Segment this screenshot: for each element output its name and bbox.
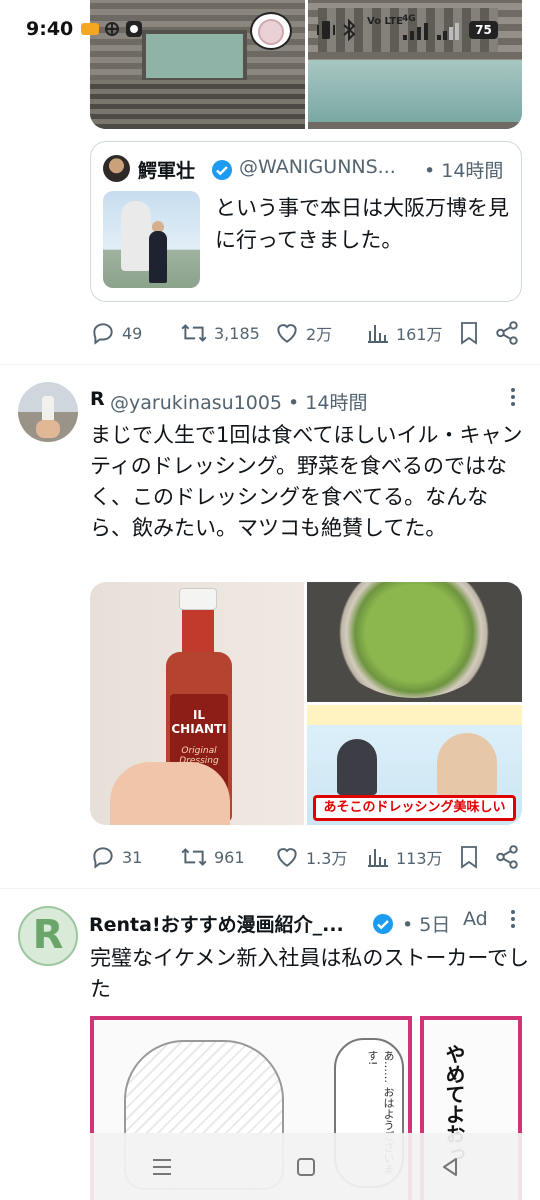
vibrate-icon [317,21,335,39]
reply-count: 49 [122,323,143,343]
status-bar: 9:40 Vo LTE 4G 75 [0,0,540,62]
bookmark-icon [461,322,477,345]
share-icon [496,321,518,345]
quote-thumbnail[interactable] [103,191,200,288]
media-photo-tv-screenshot[interactable]: あそこのドレッシング美味しい [307,705,522,825]
retweet-count: 961 [214,847,245,867]
app-notification-icon [81,23,99,35]
avatar-letter: R [32,912,64,958]
network-type: Vo LTE [367,16,403,27]
retweet-icon [181,324,207,342]
bookmark-button[interactable] [457,318,481,348]
like-count: 2万 [306,325,333,344]
signal-label: 4G [402,14,416,24]
view-count: 113万 [396,849,443,868]
retweet-icon [181,848,207,866]
tweet2-author-name[interactable]: R [90,388,105,410]
retweet-button[interactable]: 3,185 [180,318,260,348]
bookmark-button[interactable] [457,842,481,872]
more-options-icon[interactable] [503,386,523,408]
cell-signal-2-icon [437,23,459,40]
tweet2-avatar[interactable] [18,382,78,442]
media-photo-salad-bowl[interactable] [307,582,522,702]
like-count: 1.3万 [306,849,348,868]
reply-button[interactable]: 49 [90,318,142,348]
quoted-tweet-card[interactable]: 鰐軍壮 @WANIGUNNS... • 14時間 という事で本日は大阪万博を見に… [90,141,522,302]
verified-badge-icon [212,160,232,180]
share-button[interactable] [494,842,520,872]
retweet-button[interactable]: 961 [180,842,245,872]
back-button[interactable] [430,1147,470,1187]
quote-text: という事で本日は大阪万博を見に行ってきました。 [215,196,509,252]
views-button[interactable]: 161万 [366,318,443,348]
reply-icon [93,323,113,345]
home-square-icon [297,1157,315,1176]
app-badge-icon [126,21,142,37]
back-triangle-icon [443,1157,457,1176]
like-button[interactable]: 1.3万 [274,842,347,872]
media-photo-dressing-bottle[interactable]: IL CHIANTI Original Dressing [90,582,304,825]
status-time: 9:40 [26,18,74,40]
more-options-icon[interactable] [503,908,523,930]
tweet3-avatar[interactable]: R [18,906,78,966]
tweet3-text: 完璧なイケメン新入社員は私のストーカーでした [90,946,530,1001]
bookmark-icon [461,846,477,869]
tweet2-media-grid[interactable]: IL CHIANTI Original Dressing あそこのドレッシング美… [90,582,522,825]
bottle-brand-text: IL CHIANTI [171,708,227,736]
retweet-count: 3,185 [214,323,260,343]
share-button[interactable] [494,318,520,348]
tweet2-action-bar: 31 961 1.3万 113万 [90,842,522,872]
view-count: 161万 [396,325,443,344]
quote-author-handle: @WANIGUNNS... [239,156,396,178]
analytics-icon [368,325,388,343]
menu-lines-icon [153,1158,171,1175]
quote-author-name: 鰐軍壮 [138,160,196,182]
reply-icon [93,847,113,869]
reply-button[interactable]: 31 [90,842,142,872]
verified-badge-icon [373,914,393,934]
home-button[interactable] [286,1147,326,1187]
ad-label: Ad [463,908,488,930]
recent-apps-button[interactable] [142,1147,182,1187]
analytics-icon [368,849,388,867]
views-button[interactable]: 113万 [366,842,443,872]
tweet-divider [0,364,540,365]
cell-signal-icon [403,23,428,40]
like-button[interactable]: 2万 [274,318,332,348]
heart-icon [277,848,297,867]
tweet1-action-bar: 49 3,185 2万 161万 [90,318,522,348]
tweet3-author-name[interactable]: Renta!おすすめ漫画紹介_... [89,910,344,937]
quote-timestamp: • 14時間 [424,160,504,182]
bluetooth-icon [343,19,356,41]
tweet2-handle-time: @yarukinasu1005 • 14時間 [110,392,368,414]
heart-icon [277,324,297,343]
share-icon [496,845,518,869]
signal-cluster-icon [105,22,119,36]
tv-caption: あそこのドレッシング美味しい [313,795,516,821]
system-nav-bar [90,1133,522,1200]
tweet3-timestamp: • 5日 [402,914,451,936]
reply-count: 31 [122,847,143,867]
floating-bubble-avatar[interactable] [250,12,292,50]
tweet-divider [0,888,540,889]
battery-indicator: 75 [469,21,498,39]
quote-avatar[interactable] [103,155,130,182]
tweet2-text: まじで人生で1回は食べてほしいイル・キャンティのドレッシング。野菜を食べるのでは… [90,423,523,540]
